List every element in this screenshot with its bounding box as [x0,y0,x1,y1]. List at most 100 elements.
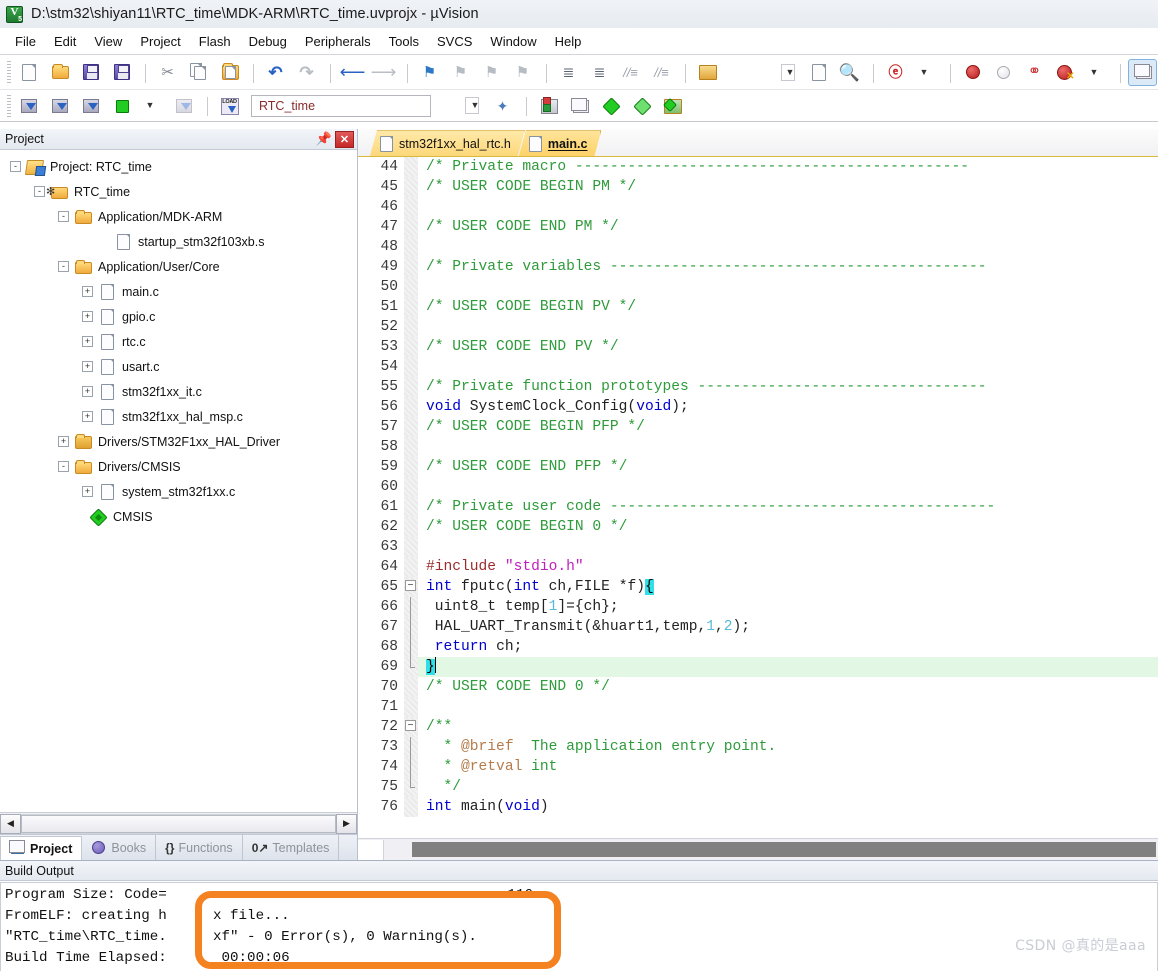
tree-toggle[interactable]: + [82,486,93,497]
code-text[interactable]: /* Private user code -------------------… [418,497,1158,517]
code-line[interactable]: 76 int main(void) [358,797,1158,817]
tab-project[interactable]: Project [0,836,83,861]
scroll-thumb[interactable] [412,842,1156,857]
build-output-text[interactable]: Program Size: Code= 116 FromELF: creating… [0,882,1158,971]
tree-toggle[interactable]: - [58,261,69,272]
fold-gutter[interactable] [404,777,418,797]
tree-item-group-user-core[interactable]: - Application/User/Core [0,254,357,279]
menu-view[interactable]: View [85,31,131,52]
tree-toggle[interactable]: + [82,311,93,322]
bookmark-clear-icon[interactable]: ⚑ [508,59,537,86]
code-line[interactable]: 48 [358,237,1158,257]
code-line[interactable]: 58 [358,437,1158,457]
comment-lines-icon[interactable]: //≡ [616,59,645,86]
manage-components-icon[interactable] [565,92,594,119]
fold-gutter[interactable] [404,477,418,497]
code-line[interactable]: 49 /* Private variables -----------------… [358,257,1158,277]
disable-all-breakpoints-icon[interactable]: ⚭ [1020,59,1049,86]
code-line[interactable]: 70 /* USER CODE END 0 */ [358,677,1158,697]
translate-icon[interactable] [14,92,43,119]
tree-toggle[interactable]: + [82,286,93,297]
code-text[interactable]: void SystemClock_Config(void); [418,397,1158,417]
code-line[interactable]: 47 /* USER CODE END PM */ [358,217,1158,237]
scroll-track[interactable] [21,813,336,834]
fold-gutter[interactable] [404,637,418,657]
fold-gutter[interactable] [404,397,418,417]
code-text[interactable]: #include "stdio.h" [418,557,1158,577]
code-line[interactable]: 65− int fputc(int ch,FILE *f){ [358,577,1158,597]
undo-icon[interactable]: ↶ [261,59,290,86]
tree-item-main-c[interactable]: + main.c [0,279,357,304]
code-text[interactable]: */ [418,777,1158,797]
code-line[interactable]: 51 /* USER CODE BEGIN PV */ [358,297,1158,317]
code-text[interactable]: /** [418,717,1158,737]
code-line[interactable]: 67 HAL_UART_Transmit(&huart1,temp,1,2); [358,617,1158,637]
indent-left-icon[interactable]: ≣ [585,59,614,86]
fold-gutter[interactable] [404,317,418,337]
tree-toggle[interactable]: - [58,461,69,472]
tree-item-system-stm32f1xx-c[interactable]: + system_stm32f1xx.c [0,479,357,504]
bookmark-toggle-icon[interactable]: ⚑ [415,59,444,86]
code-text[interactable]: HAL_UART_Transmit(&huart1,temp,1,2); [418,617,1158,637]
batch-build-dropdown-icon[interactable]: ▼ [138,92,167,119]
code-text[interactable]: /* USER CODE BEGIN 0 */ [418,517,1158,537]
editor-tab-main-c[interactable]: main.c [519,130,602,156]
find-dropdown-icon[interactable]: ▼ [912,59,941,86]
fold-gutter[interactable] [404,157,418,177]
project-tree[interactable]: - Project: RTC_time - RTC_time - Applica… [0,150,357,812]
insert-breakpoint-icon[interactable] [958,59,987,86]
menu-edit[interactable]: Edit [45,31,85,52]
fold-gutter[interactable] [404,737,418,757]
code-editor[interactable]: 44 /* Private macro ---------------------… [358,157,1158,838]
code-lines[interactable]: 44 /* Private macro ---------------------… [358,157,1158,838]
fold-collapse-icon[interactable]: − [405,720,416,731]
code-text[interactable]: /* USER CODE END PFP */ [418,457,1158,477]
code-line[interactable]: 60 [358,477,1158,497]
code-line[interactable]: 57 /* USER CODE BEGIN PFP */ [358,417,1158,437]
code-text[interactable]: /* USER CODE END PM */ [418,217,1158,237]
tree-item-group-hal-driver[interactable]: + Drivers/STM32F1xx_HAL_Driver [0,429,357,454]
fold-gutter[interactable] [404,617,418,637]
breakpoints-dropdown-icon[interactable]: ▼ [1082,59,1111,86]
code-line[interactable]: 61 /* Private user code -----------------… [358,497,1158,517]
fold-gutter[interactable] [404,177,418,197]
code-text[interactable]: /* Private macro -----------------------… [418,157,1158,177]
code-line[interactable]: 71 [358,697,1158,717]
code-text[interactable]: /* USER CODE END 0 */ [418,677,1158,697]
project-horizontal-scrollbar[interactable]: ◀ ▶ [0,812,357,834]
target-options-icon[interactable]: ✦ [488,92,517,119]
code-text[interactable]: /* USER CODE BEGIN PM */ [418,177,1158,197]
fold-gutter[interactable] [404,797,418,817]
code-line[interactable]: 59 /* USER CODE END PFP */ [358,457,1158,477]
new-file-icon[interactable] [14,59,43,86]
code-line[interactable]: 64 #include "stdio.h" [358,557,1158,577]
tree-item-target[interactable]: - RTC_time [0,179,357,204]
tree-toggle[interactable]: - [10,161,21,172]
code-line[interactable]: 55 /* Private function prototypes -------… [358,377,1158,397]
code-text[interactable]: uint8_t temp[1]={ch}; [418,597,1158,617]
tree-toggle[interactable]: + [82,336,93,347]
code-line[interactable]: 69} [358,657,1158,677]
tree-toggle[interactable]: + [82,361,93,372]
code-line[interactable]: 66 uint8_t temp[1]={ch}; [358,597,1158,617]
tree-item-usart-c[interactable]: + usart.c [0,354,357,379]
fold-gutter[interactable] [404,257,418,277]
project-target-combo[interactable]: RTC_time [251,94,431,117]
build-icon[interactable] [45,92,74,119]
fold-gutter[interactable] [404,217,418,237]
fold-gutter[interactable] [404,697,418,717]
tree-item-group-mdk-arm[interactable]: - Application/MDK-ARM [0,204,357,229]
navigate-back-icon[interactable]: ⟵ [338,59,367,86]
pin-icon[interactable]: 📌 [316,131,332,148]
fold-gutter[interactable] [404,557,418,577]
fold-gutter[interactable] [404,677,418,697]
tree-item-stm32f1xx-hal-msp-c[interactable]: + stm32f1xx_hal_msp.c [0,404,357,429]
manage-windows-icon[interactable] [1128,58,1157,86]
fold-gutter[interactable] [404,297,418,317]
code-line[interactable]: 75 */ [358,777,1158,797]
fold-gutter[interactable] [404,237,418,257]
code-text[interactable]: } [418,657,1158,677]
fold-gutter[interactable] [404,357,418,377]
fold-gutter[interactable] [404,457,418,477]
code-line[interactable]: 50 [358,277,1158,297]
